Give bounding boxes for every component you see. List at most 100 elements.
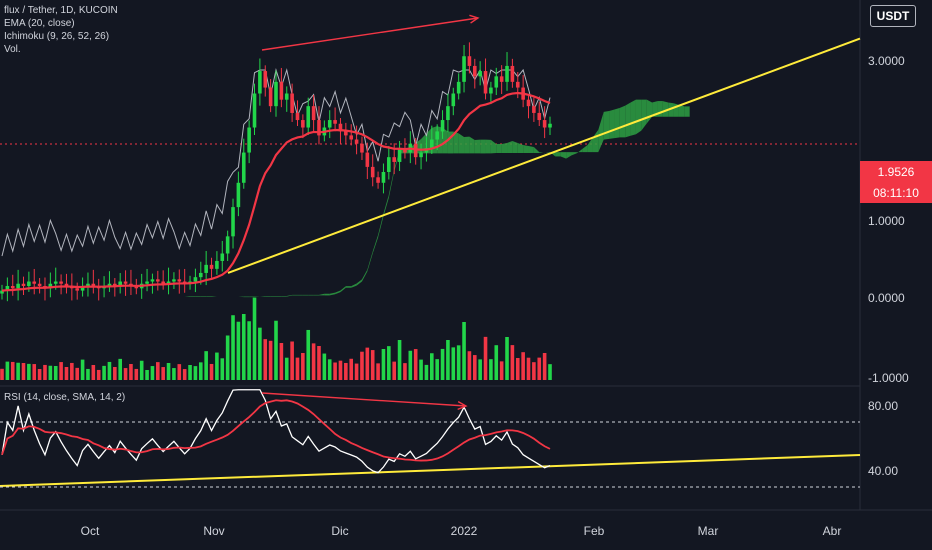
volume-bar xyxy=(96,369,101,380)
volume-bar xyxy=(102,365,106,380)
candle-body xyxy=(360,143,364,153)
volume-bar xyxy=(129,364,133,380)
volume-bar xyxy=(193,366,198,380)
volume-bar xyxy=(16,362,20,380)
candle-body xyxy=(505,65,509,82)
cloud-segment xyxy=(555,152,561,157)
rsi-legend-title: RSI (14, close, SMA, 14, 2) xyxy=(4,392,126,403)
volume-bar xyxy=(161,367,165,380)
volume-bar xyxy=(86,368,90,380)
volume-bar xyxy=(354,363,359,380)
cloud-segment xyxy=(469,136,475,154)
cloud-segment xyxy=(576,149,583,154)
candle-body xyxy=(16,283,20,289)
candle-body xyxy=(215,260,219,269)
volume-bar xyxy=(532,362,536,380)
candle-body xyxy=(284,93,289,100)
cloud-segment xyxy=(533,146,540,154)
cloud-segment xyxy=(335,290,341,295)
volume-bar xyxy=(327,359,332,380)
candle-body xyxy=(440,120,445,132)
volume-bar xyxy=(446,340,450,380)
volume-bar xyxy=(462,322,466,380)
candle-body xyxy=(220,253,225,261)
cloud-segment xyxy=(474,139,481,154)
volume-bar xyxy=(542,353,547,380)
cloud-segment xyxy=(625,102,631,138)
candle-body xyxy=(333,120,337,124)
candle-body xyxy=(75,288,80,291)
chart-legend: flux / Tether, 1D, KUCOIN EMA (20, close… xyxy=(4,4,118,56)
volume-bar xyxy=(322,353,327,380)
chart-canvas[interactable]: 3.0000 1.0000 0.0000 -1.0000 80.00 40.00 Oct No… xyxy=(0,0,932,550)
candle-body xyxy=(462,56,466,82)
volume-bar xyxy=(198,362,203,380)
volume-bar xyxy=(413,349,418,380)
cloud-segment xyxy=(523,144,529,154)
candle-body xyxy=(268,87,273,107)
ema-line-path xyxy=(1,91,551,292)
volume-bar xyxy=(489,359,493,380)
volume-bar xyxy=(279,343,284,380)
cloud-segment xyxy=(356,279,362,286)
candle-body xyxy=(370,166,375,178)
legend-title: flux / Tether, 1D, KUCOIN xyxy=(4,5,118,16)
volume-bar xyxy=(209,363,214,380)
volume-bar xyxy=(381,349,386,380)
cloud-segment xyxy=(281,295,287,297)
cloud-segment xyxy=(592,129,599,153)
cloud-segment xyxy=(539,152,545,154)
cloud-segment xyxy=(276,295,282,297)
candle-body xyxy=(327,120,332,128)
cloud-segment xyxy=(206,295,212,297)
volume-bar xyxy=(75,367,80,380)
currency-button[interactable]: USDT xyxy=(870,5,916,27)
candle-body xyxy=(263,71,268,88)
time-tick-label: Feb xyxy=(584,524,605,538)
cloud-segment xyxy=(614,107,620,139)
volume-bar xyxy=(263,339,268,380)
volume-bar xyxy=(134,368,139,380)
candle-body xyxy=(381,171,386,183)
price-tick-label: 3.0000 xyxy=(868,54,905,68)
candle-body xyxy=(274,81,278,107)
volume-bar xyxy=(156,362,160,380)
candle-body xyxy=(478,71,482,77)
cloud-segment xyxy=(662,101,669,117)
candle-body xyxy=(177,279,182,282)
cloud-segment xyxy=(566,152,572,159)
cloud-segment xyxy=(265,295,271,297)
cloud-segment xyxy=(619,105,626,138)
candle-body xyxy=(311,106,316,121)
volume-bar xyxy=(290,341,294,380)
volume-bar xyxy=(258,327,262,380)
volume-bar xyxy=(397,340,402,380)
cloud-segment xyxy=(211,295,217,297)
price-tick-label: 1.0000 xyxy=(868,214,905,228)
volume-bar xyxy=(333,362,337,380)
cloud-segment xyxy=(243,296,250,298)
volume-bar xyxy=(220,358,225,380)
cloud-segment xyxy=(598,111,604,153)
volume-bar xyxy=(376,363,380,380)
cloud-segment xyxy=(458,133,465,154)
cloud-segment xyxy=(286,294,293,297)
volume-bar xyxy=(177,364,182,380)
candle-body xyxy=(21,283,26,286)
cloud-segment xyxy=(464,136,470,154)
volume-bar xyxy=(284,357,289,380)
candle-body xyxy=(532,106,536,113)
volume-bar xyxy=(548,364,552,380)
volume-bar xyxy=(43,364,47,380)
volume-bar xyxy=(118,358,122,380)
countdown-tag: 08:11:10 xyxy=(860,183,932,203)
candle-body xyxy=(37,283,42,286)
volume-bar xyxy=(215,352,219,380)
time-tick-label: Abr xyxy=(823,524,842,538)
cloud-segment xyxy=(678,104,685,117)
cloud-segment xyxy=(630,99,636,136)
cloud-segment xyxy=(485,139,491,154)
volume-bar xyxy=(483,336,488,380)
cloud-segment xyxy=(646,99,653,124)
cloud-segment xyxy=(571,152,577,156)
